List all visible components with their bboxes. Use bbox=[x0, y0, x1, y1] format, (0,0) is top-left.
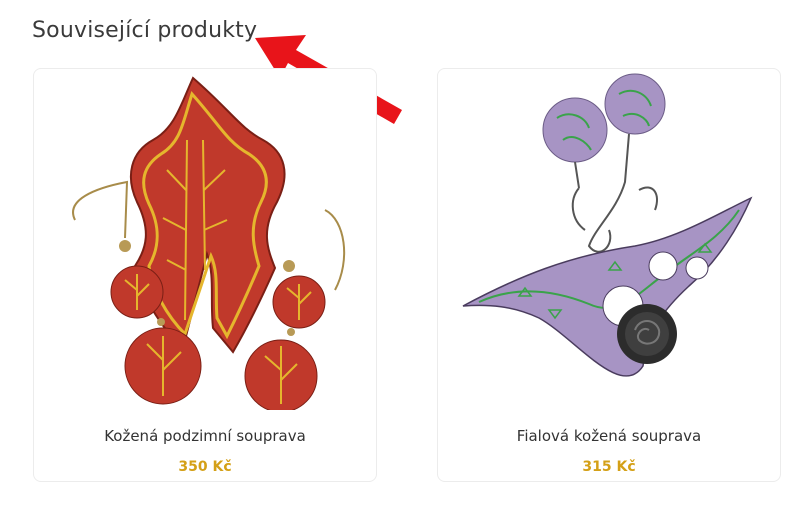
red-leaf-earrings-image bbox=[72, 76, 346, 410]
product-price: 350 Kč bbox=[178, 459, 232, 475]
related-products-title: Související produkty bbox=[32, 18, 258, 43]
product-name[interactable]: Fialová kožená souprava bbox=[438, 427, 780, 445]
product-price: 315 Kč bbox=[582, 459, 636, 475]
product-card[interactable]: Kožená podzimní souprava 350 Kč bbox=[33, 68, 377, 482]
product-name[interactable]: Kožená podzimní souprava bbox=[34, 427, 376, 445]
purple-leather-earrings-image bbox=[462, 73, 753, 377]
product-card[interactable]: Fialová kožená souprava 315 Kč bbox=[437, 68, 781, 482]
